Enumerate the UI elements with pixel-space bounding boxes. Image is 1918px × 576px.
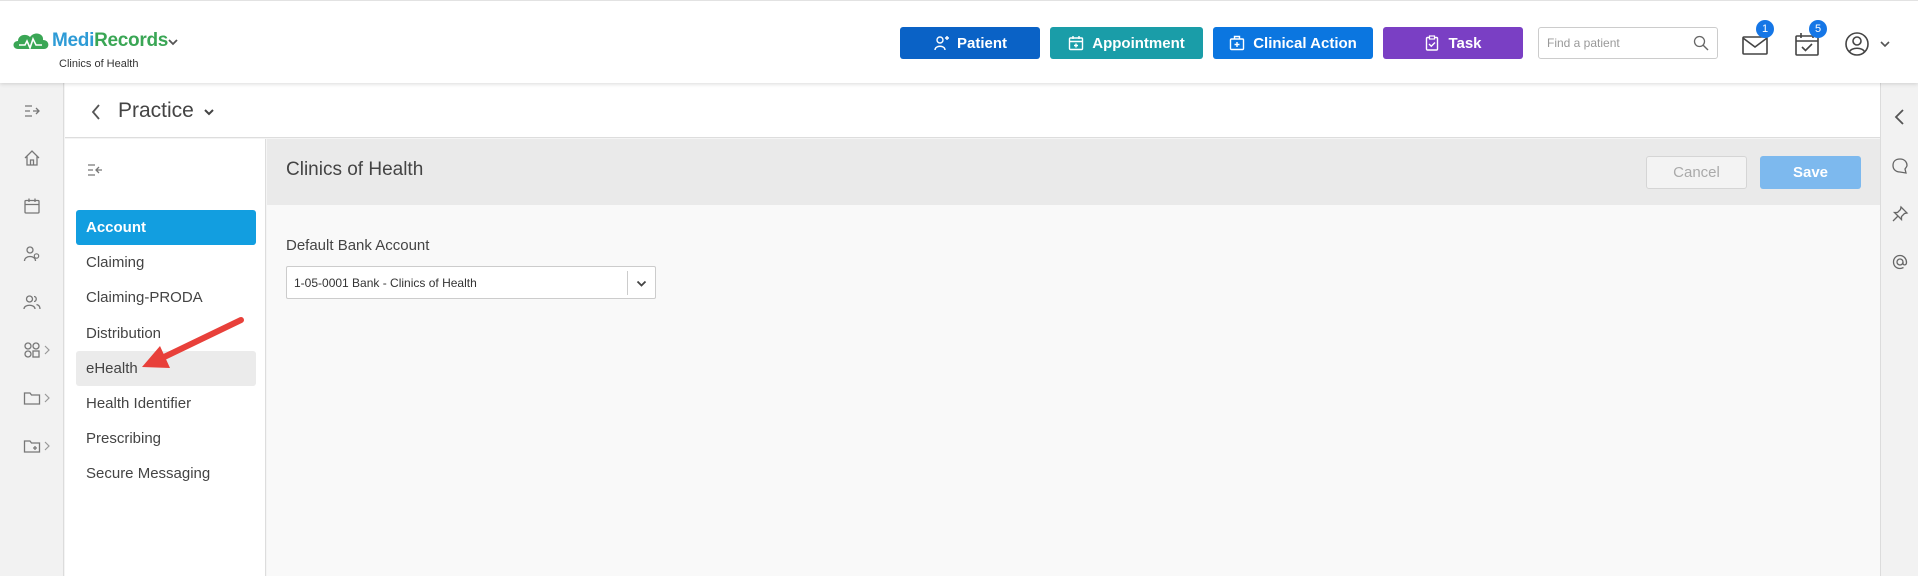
pin-icon (1892, 205, 1909, 222)
rail-users[interactable] (0, 282, 64, 322)
tasks-badge: 5 (1809, 20, 1827, 38)
search-input[interactable] (1547, 28, 1692, 58)
patient-search[interactable] (1538, 27, 1718, 59)
clinical-action-button[interactable]: Clinical Action (1213, 27, 1373, 59)
top-header: MediRecords Clinics of Health Patient Ap… (0, 0, 1918, 83)
add-person-icon (934, 36, 949, 51)
content-header: Clinics of Health Cancel Save (267, 139, 1880, 205)
brand-medi: Medi (52, 30, 95, 51)
nav-item-account[interactable]: Account (76, 210, 256, 245)
user-avatar-icon[interactable] (1843, 31, 1871, 57)
rail-pin[interactable] (1881, 194, 1918, 234)
chevron-down-icon[interactable] (635, 277, 648, 290)
users-icon (23, 295, 41, 310)
patient-button[interactable]: Patient (900, 27, 1040, 59)
left-rail (0, 83, 64, 576)
calendar-add-icon (1069, 36, 1084, 51)
nav-item-prescribing[interactable]: Prescribing (76, 421, 256, 456)
appointment-button[interactable]: Appointment (1050, 27, 1203, 59)
select-divider (627, 271, 628, 295)
at-icon (1892, 254, 1908, 270)
rail-folder-add[interactable] (0, 426, 64, 466)
app-logo[interactable]: MediRecords (10, 29, 168, 53)
logo-cloud-icon (13, 33, 49, 51)
content-title: Clinics of Health (286, 159, 424, 180)
breadcrumb: Practice (65, 83, 1880, 138)
rail-calendar[interactable] (0, 186, 64, 226)
chevron-right-icon (44, 345, 50, 355)
page-title[interactable]: Practice (118, 99, 194, 123)
main-area: Practice Account Claiming Claiming-PRODA… (65, 83, 1880, 576)
bank-account-select[interactable]: 1-05-0001 Bank - Clinics of Health (286, 266, 656, 299)
collapse-icon[interactable] (86, 162, 104, 178)
messages-badge: 1 (1756, 20, 1774, 38)
content-panel: Clinics of Health Cancel Save Default Ba… (267, 139, 1880, 576)
clinical-action-button-label: Clinical Action (1253, 34, 1357, 52)
clinic-subtitle: Clinics of Health (59, 58, 139, 70)
task-button[interactable]: Task (1383, 27, 1523, 59)
annotation-arrow (142, 317, 244, 368)
nav-item-secure-messaging[interactable]: Secure Messaging (76, 456, 256, 491)
brand-records: Records (94, 30, 169, 51)
bank-account-value: 1-05-0001 Bank - Clinics of Health (294, 276, 477, 290)
clipboard-check-icon (1426, 35, 1439, 51)
brand-name: MediRecords (52, 30, 168, 52)
chevron-left-icon (1894, 109, 1904, 125)
rail-modules[interactable] (0, 330, 64, 370)
chevron-down-icon[interactable] (202, 105, 216, 119)
nav-item-claiming[interactable]: Claiming (76, 245, 256, 280)
rail-expand[interactable] (0, 91, 64, 131)
medical-kit-icon (1229, 35, 1245, 51)
rail-folder[interactable] (0, 378, 64, 418)
rail-collapse-right[interactable] (1881, 97, 1918, 137)
modules-icon (24, 342, 40, 358)
cancel-button[interactable]: Cancel (1646, 156, 1747, 189)
save-button[interactable]: Save (1760, 156, 1861, 189)
rail-patients[interactable] (0, 234, 64, 274)
chevron-down-icon[interactable] (166, 35, 180, 49)
chevron-right-icon (44, 441, 50, 451)
chat-icon (1892, 158, 1908, 174)
search-icon[interactable] (1693, 35, 1709, 51)
back-chevron-icon[interactable] (90, 103, 102, 121)
home-icon (24, 150, 40, 166)
chevron-right-icon (44, 393, 50, 403)
rail-mentions[interactable] (1881, 242, 1918, 282)
appointment-button-label: Appointment (1092, 34, 1185, 52)
rail-home[interactable] (0, 138, 64, 178)
folder-add-icon (23, 440, 41, 453)
calendar-icon (24, 198, 40, 214)
patients-icon (23, 246, 40, 262)
folder-icon (23, 392, 41, 405)
task-button-label: Task (1448, 34, 1482, 52)
right-rail (1880, 83, 1918, 576)
patient-button-label: Patient (956, 34, 1007, 52)
chevron-down-icon[interactable] (1879, 38, 1891, 50)
rail-chat[interactable] (1881, 146, 1918, 186)
nav-item-health-identifier[interactable]: Health Identifier (76, 386, 256, 421)
expand-icon (25, 105, 40, 117)
bank-account-label: Default Bank Account (286, 237, 430, 254)
nav-item-claiming-proda[interactable]: Claiming-PRODA (76, 280, 256, 315)
